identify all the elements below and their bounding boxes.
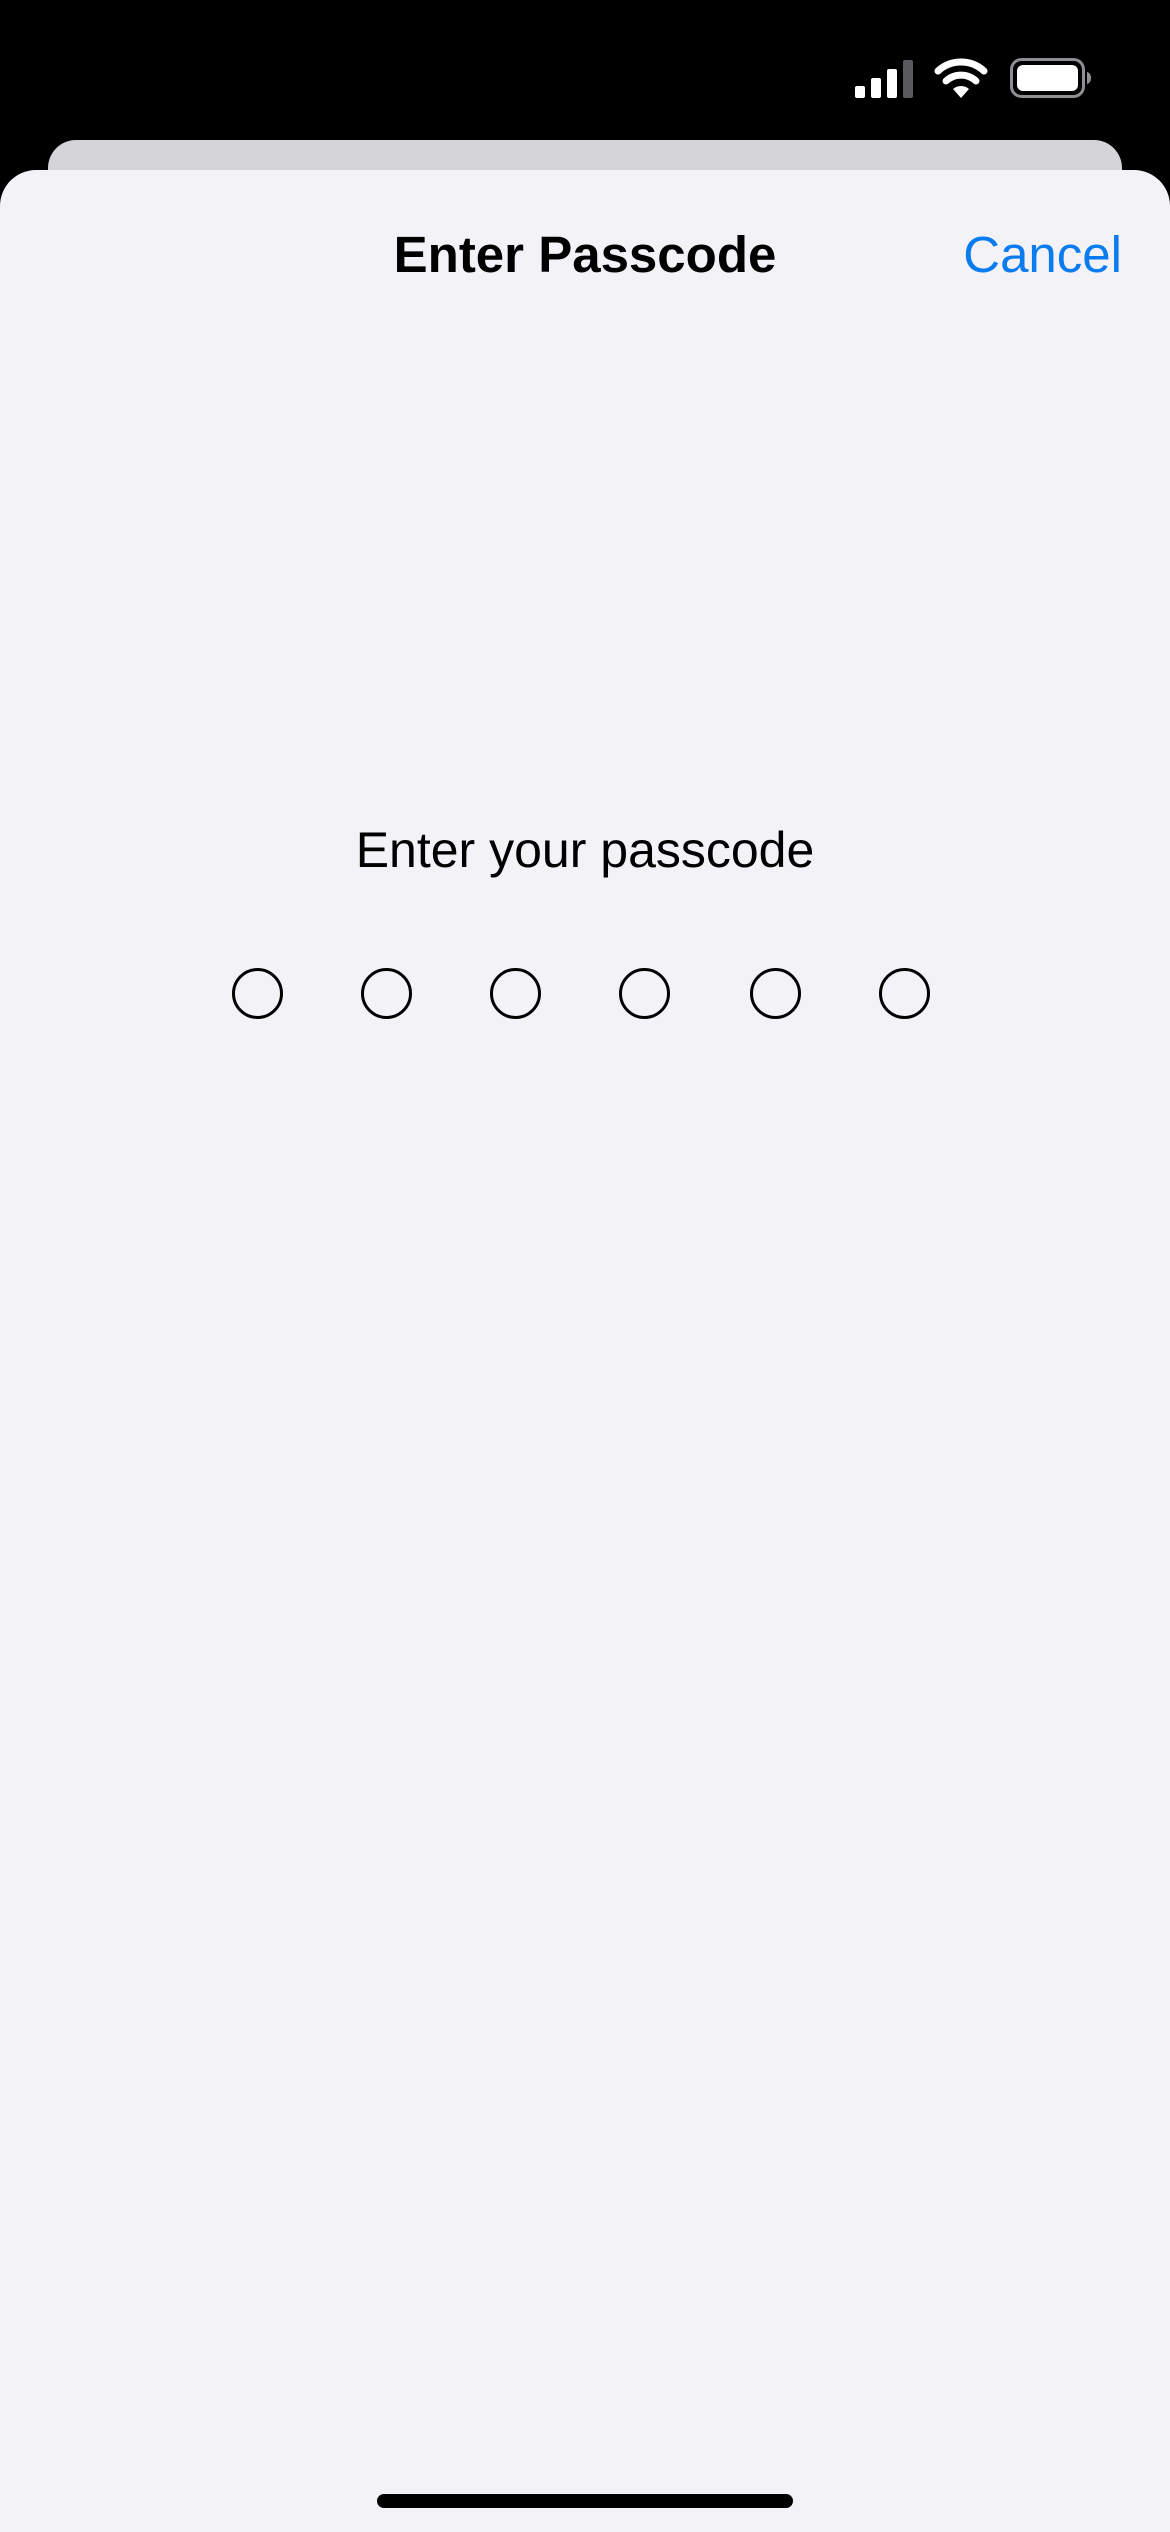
passcode-dot [232,968,283,1019]
passcode-dot [361,968,412,1019]
wifi-icon [934,58,988,98]
home-indicator[interactable] [377,2494,793,2508]
passcode-dot [490,968,541,1019]
signal-icon [855,60,913,98]
passcode-dot [619,968,670,1019]
status-bar [0,0,1170,150]
passcode-dot [879,968,930,1019]
screen: Enter Passcode Cancel Enter your passcod… [0,0,1170,2532]
passcode-sheet: Enter Passcode Cancel Enter your passcod… [0,170,1170,2532]
cancel-button[interactable]: Cancel [963,220,1122,290]
passcode-dot [750,968,801,1019]
battery-icon [1010,58,1091,98]
passcode-prompt: Enter your passcode [355,822,815,878]
passcode-input[interactable] [0,968,1170,1028]
